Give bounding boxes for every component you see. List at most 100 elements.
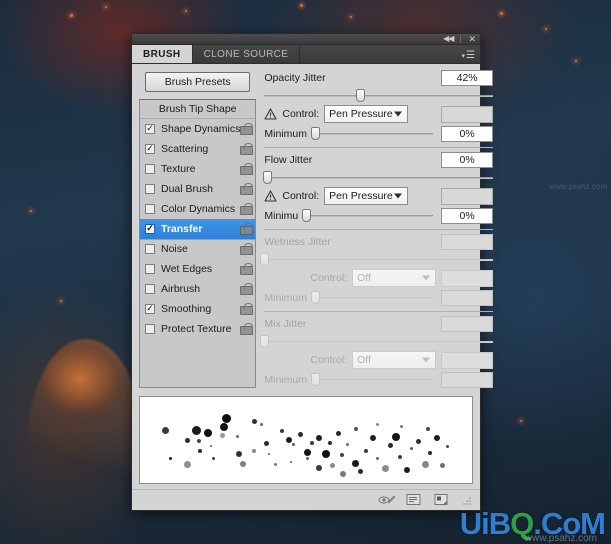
preview-dot (382, 464, 389, 472)
preview-dot (316, 434, 322, 441)
slider-thumb[interactable] (260, 334, 270, 348)
section-flow-jitter: Flow Jitter 0% Control: Pen Pressure Minimu 0… (262, 152, 494, 224)
flow-jitter-value-field[interactable]: 0% (441, 152, 494, 169)
unlocked-padlock-icon[interactable] (240, 322, 254, 335)
preview-dot (316, 464, 322, 471)
resize-grip-icon[interactable] (462, 493, 472, 507)
flow-jitter-minimum-slider[interactable] (302, 209, 434, 223)
checkbox-dual-brush[interactable] (145, 183, 155, 194)
mix-jitter-minimum-value[interactable] (441, 371, 494, 388)
brush-presets-button[interactable]: Brush Presets (145, 71, 251, 92)
slider-thumb[interactable] (310, 373, 320, 387)
mix-jitter-slider[interactable] (260, 334, 494, 348)
sidebar-item-brush-tip-shape[interactable]: Brush Tip Shape (140, 99, 256, 119)
sidebar-item-smoothing[interactable]: Smoothing (140, 299, 255, 319)
ember-spark (30, 210, 32, 212)
checkbox-wet-edges[interactable] (145, 263, 155, 274)
unlocked-padlock-icon[interactable] (240, 302, 254, 315)
sidebar-item-protect-texture[interactable]: Protect Texture (140, 319, 255, 339)
wetness-jitter-control-extra-field[interactable] (441, 269, 494, 287)
flow-jitter-minimum-value[interactable]: 0% (441, 207, 494, 224)
checkbox-noise[interactable] (145, 244, 155, 255)
wetness-jitter-minimum-value[interactable] (441, 289, 494, 306)
wetness-jitter-control-select[interactable]: Off (352, 269, 437, 288)
wetness-jitter-minimum-slider[interactable] (310, 291, 434, 305)
slider-track (264, 340, 494, 343)
mix-jitter-control-select[interactable]: Off (352, 351, 437, 370)
slider-track (264, 94, 494, 97)
sidebar-item-transfer[interactable]: Transfer (140, 218, 256, 239)
opacity-jitter-minimum-slider[interactable] (310, 127, 434, 141)
open-preset-manager-icon[interactable] (406, 493, 422, 507)
checkbox-transfer[interactable] (145, 223, 155, 234)
flow-jitter-slider[interactable] (262, 170, 494, 184)
sidebar-item-wet-edges[interactable]: Wet Edges (140, 259, 255, 279)
unlocked-padlock-icon[interactable] (240, 243, 254, 256)
opacity-jitter-control-select[interactable]: Pen Pressure (324, 105, 409, 124)
preview-dot (328, 440, 332, 445)
slider-thumb[interactable] (310, 127, 320, 141)
opacity-jitter-slider[interactable] (264, 88, 494, 102)
sidebar-item-airbrush[interactable]: Airbrush (140, 279, 255, 299)
checkbox-shape-dynamics[interactable] (145, 123, 155, 134)
checkbox-texture[interactable] (145, 163, 155, 174)
toggle-brush-preview-icon[interactable] (378, 493, 396, 507)
opacity-jitter-value-field[interactable]: 42% (441, 70, 494, 87)
wetness-jitter-value-field[interactable] (441, 234, 494, 251)
unlocked-padlock-icon[interactable] (240, 142, 254, 155)
panel-bottom-toolbar (132, 488, 480, 510)
slider-track (310, 297, 434, 300)
preview-dot (236, 434, 239, 438)
mix-jitter-value-field[interactable] (441, 316, 494, 333)
slider-thumb[interactable] (310, 291, 320, 305)
unlocked-padlock-icon[interactable] (240, 202, 254, 215)
sidebar-item-texture[interactable]: Texture (140, 159, 255, 179)
opacity-jitter-control-extra-field[interactable] (441, 105, 494, 123)
mix-jitter-minimum-slider[interactable] (310, 373, 434, 387)
tab-brush[interactable]: BRUSH (132, 45, 193, 63)
sidebar-item-shape-dynamics[interactable]: Shape Dynamics (140, 119, 255, 139)
opacity-jitter-minimum-value[interactable]: 0% (441, 125, 494, 142)
collapse-icon[interactable]: ◀◀ (443, 35, 454, 43)
checkbox-color-dynamics[interactable] (145, 203, 155, 214)
slider-thumb[interactable] (260, 252, 270, 266)
mix-jitter-label: Mix Jitter (264, 318, 307, 331)
preview-dot (220, 432, 225, 438)
wetness-jitter-slider[interactable] (260, 252, 494, 266)
wetness-jitter-control-value: Off (357, 272, 371, 285)
unlocked-padlock-icon[interactable] (240, 262, 254, 275)
unlocked-padlock-icon[interactable] (240, 282, 254, 295)
preview-dot (286, 436, 292, 443)
unlocked-padlock-icon[interactable] (240, 122, 254, 135)
tab-clone-source[interactable]: CLONE SOURCE (193, 45, 301, 63)
slider-thumb[interactable] (302, 209, 312, 223)
brush-panel-window: ◀◀ ✕ BRUSH CLONE SOURCE ▾ ☰ Brush Presets… (131, 33, 494, 511)
unlocked-padlock-icon[interactable] (240, 182, 254, 195)
mix-jitter-control-extra-field[interactable] (441, 351, 494, 369)
checkbox-airbrush[interactable] (145, 283, 155, 294)
preview-dot (252, 418, 257, 424)
unlocked-padlock-icon[interactable] (240, 222, 254, 235)
wetness-jitter-label: Wetness Jitter (264, 236, 331, 249)
checkbox-scattering[interactable] (145, 143, 155, 154)
control-label: Control: (282, 190, 320, 203)
section-mix-jitter: Mix Jitter Control: Off Minimum (260, 316, 494, 388)
sidebar-item-dual-brush[interactable]: Dual Brush (140, 179, 255, 199)
unlocked-padlock-icon[interactable] (240, 162, 254, 175)
sidebar-item-noise[interactable]: Noise (140, 238, 256, 259)
slider-thumb[interactable] (262, 170, 272, 184)
sidebar-item-scattering[interactable]: Scattering (140, 139, 255, 159)
sidebar-item-color-dynamics[interactable]: Color Dynamics (140, 199, 255, 219)
ember-spark (70, 14, 73, 17)
slider-thumb[interactable] (356, 88, 366, 102)
minimum-label: Minimum (264, 127, 307, 140)
flow-jitter-control-extra-field[interactable] (441, 187, 494, 205)
create-new-brush-icon[interactable] (434, 493, 450, 507)
close-icon[interactable]: ✕ (468, 34, 476, 44)
control-label: Control: (310, 272, 348, 285)
flow-jitter-control-select[interactable]: Pen Pressure (324, 187, 409, 206)
panel-menu-icon[interactable]: ▾ ☰ (462, 50, 475, 61)
checkbox-protect-texture[interactable] (145, 323, 155, 334)
checkbox-smoothing[interactable] (145, 303, 155, 314)
wetness-jitter-minimum-row: Minimum (264, 289, 494, 306)
